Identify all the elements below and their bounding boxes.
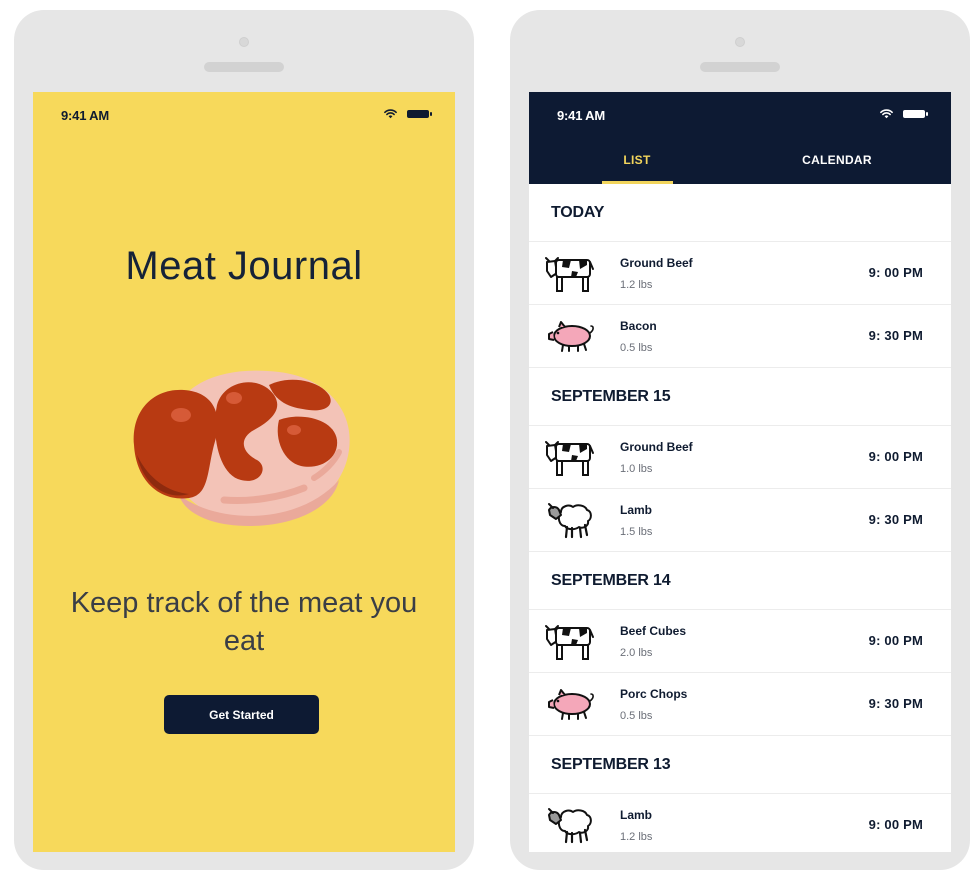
cow-icon [545, 251, 597, 295]
battery-icon [903, 110, 928, 118]
tab-bar: LIST CALENDAR [529, 136, 951, 184]
entry-time: 9: 30 PM [868, 512, 923, 527]
earpiece-speaker [204, 62, 284, 72]
section-heading: SEPTEMBER 13 [529, 736, 951, 794]
entry-weight: 2.0 lbs [620, 647, 653, 659]
front-camera [239, 37, 249, 47]
wifi-icon [880, 109, 893, 119]
section-heading: SEPTEMBER 15 [529, 368, 951, 426]
wifi-icon [384, 109, 397, 119]
entry-name: Ground Beef [620, 440, 693, 454]
earpiece-speaker [700, 62, 780, 72]
app-title: Meat Journal [125, 244, 363, 288]
phone-list: 9:41 AM LIST CALENDAR TODAY Ground Beef 1.… [510, 10, 970, 870]
sheep-icon [545, 803, 597, 847]
entry-name: Lamb [620, 808, 653, 822]
entry-weight: 1.2 lbs [620, 279, 653, 291]
cow-icon [545, 435, 597, 479]
pig-icon [545, 682, 597, 726]
entry-weight: 0.5 lbs [620, 342, 653, 354]
tab-list[interactable]: LIST [547, 136, 727, 184]
entry-name: Beef Cubes [620, 624, 687, 638]
front-camera [735, 37, 745, 47]
list-screen: 9:41 AM LIST CALENDAR TODAY Ground Beef 1.… [529, 92, 951, 852]
pig-icon [545, 314, 597, 358]
entry-name: Lamb [620, 503, 653, 517]
sheep-icon [545, 498, 597, 542]
entry-weight: 1.2 lbs [620, 831, 653, 843]
meat-entry-row[interactable]: Beef Cubes 2.0 lbs 9: 00 PM [529, 610, 951, 673]
status-bar: 9:41 AM [33, 92, 455, 136]
cow-icon [545, 619, 597, 663]
section-heading: SEPTEMBER 14 [529, 552, 951, 610]
entry-time: 9: 00 PM [868, 449, 923, 464]
entry-weight: 1.0 lbs [620, 463, 653, 475]
entry-time: 9: 00 PM [868, 265, 923, 280]
steak-illustration [133, 370, 350, 526]
entry-name: Ground Beef [620, 256, 693, 270]
meat-entry-row[interactable]: Porc Chops 0.5 lbs 9: 30 PM [529, 673, 951, 736]
entry-name: Bacon [620, 319, 657, 333]
battery-icon [407, 110, 432, 118]
entry-time: 9: 00 PM [868, 817, 923, 832]
tab-calendar[interactable]: CALENDAR [747, 136, 927, 184]
tagline: Keep track of the meat you eat [70, 587, 418, 657]
status-time: 9:41 AM [61, 108, 109, 123]
entry-time: 9: 30 PM [868, 328, 923, 343]
phone-welcome: 9:41 AM Meat Journal Keep track of the m… [14, 10, 474, 870]
status-time: 9:41 AM [557, 108, 605, 123]
entry-weight: 0.5 lbs [620, 710, 653, 722]
meat-entry-row[interactable]: Lamb 1.5 lbs 9: 30 PM [529, 489, 951, 552]
entry-name: Porc Chops [620, 687, 688, 701]
meat-entry-row[interactable]: Ground Beef 1.2 lbs 9: 00 PM [529, 242, 951, 305]
status-bar: 9:41 AM [529, 92, 951, 136]
welcome-screen: 9:41 AM Meat Journal Keep track of the m… [33, 92, 455, 852]
entry-time: 9: 30 PM [868, 696, 923, 711]
meat-entry-row[interactable]: Ground Beef 1.0 lbs 9: 00 PM [529, 426, 951, 489]
entry-time: 9: 00 PM [868, 633, 923, 648]
get-started-button[interactable]: Get Started [164, 695, 319, 734]
entry-weight: 1.5 lbs [620, 526, 653, 538]
section-heading: TODAY [529, 184, 951, 242]
meat-entry-row[interactable]: Bacon 0.5 lbs 9: 30 PM [529, 305, 951, 368]
meat-log-list: TODAY Ground Beef 1.2 lbs 9: 00 PM Bacon 0.5 … [529, 184, 951, 852]
meat-entry-row[interactable]: Lamb 1.2 lbs 9: 00 PM [529, 794, 951, 852]
navigation-bar: 9:41 AM LIST CALENDAR [529, 92, 951, 184]
